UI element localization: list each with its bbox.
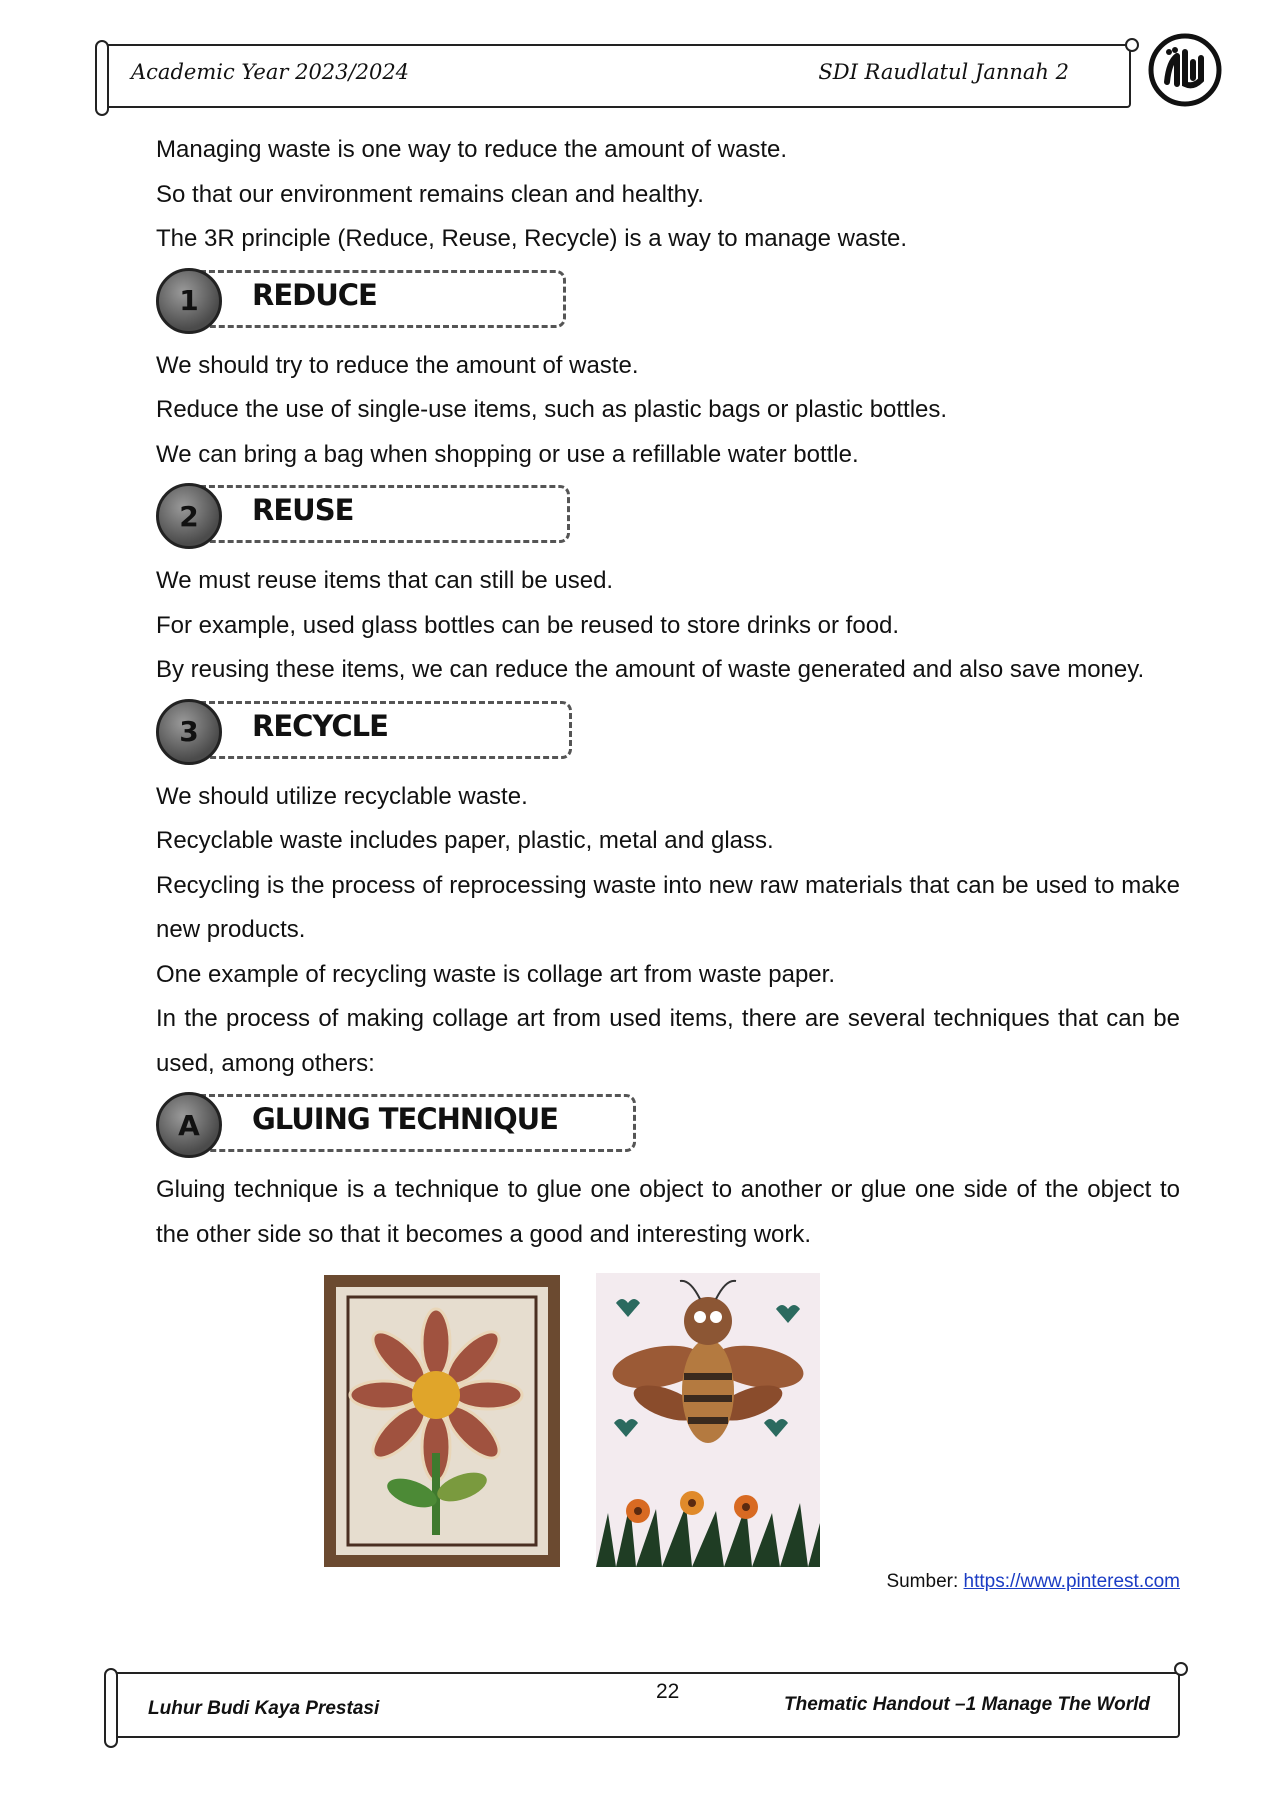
section-title: REUSE [252,493,354,527]
flower-collage-image [324,1275,560,1567]
section-line: For example, used glass bottles can be r… [156,611,900,639]
section-line: Recycling is the process of reprocessing… [156,871,1180,944]
school-logo-icon [1148,33,1222,107]
section-heading-recycle: 3 RECYCLE [156,697,1180,769]
bee-collage-image [596,1273,820,1567]
school-motto: Luhur Budi Kaya Prestasi [148,1698,380,1719]
section-line: We can bring a bag when shopping or use … [156,440,859,468]
school-name: SDI Raudlatul Jannah 2 [818,60,1069,84]
section-letter-badge: A [156,1092,222,1158]
section-line: By reusing these items, we can reduce th… [156,656,1145,683]
header-banner: Academic Year 2023/2024 SDI Raudlatul Ja… [95,38,1139,116]
section-title: REDUCE [252,277,378,312]
section-line: We must reuse items that can still be us… [156,567,614,594]
section-line: We should try to reduce the amount of wa… [156,351,639,379]
handout-title: Thematic Handout –1 Manage The World [784,1694,1150,1715]
scroll-curl-left [104,1668,118,1748]
section-line: Recyclable waste includes paper, plastic… [156,827,774,854]
section-number-badge: 1 [156,267,222,334]
intro-line: So that our environment remains clean an… [156,180,704,208]
source-link[interactable]: https://www.pinterest.com [964,1571,1180,1592]
section-heading-gluing: A GLUING TECHNIQUE [156,1090,1180,1162]
intro-line: Managing waste is one way to reduce the … [156,136,788,163]
intro-line: The 3R principle (Reduce, Reuse, Recycle… [156,225,908,252]
collage-images: Sumber: https://www.pinterest.com [156,1273,1180,1592]
section-line: Gluing technique is a technique to glue … [156,1176,1180,1248]
section-heading-reuse: 2 REUSE [156,481,1180,553]
image-source: Sumber: https://www.pinterest.com [886,1571,1180,1593]
section-number-badge: 3 [156,698,222,765]
section-line: One example of recycling waste is collag… [156,960,835,988]
section-number-badge: 2 [156,483,222,549]
page-content: Managing waste is one way to reduce the … [156,128,1180,1592]
page-number: 22 [656,1680,680,1703]
section-line: We should utilize recyclable waste. [156,782,528,810]
academic-year: Academic Year 2023/2024 [131,60,410,84]
scroll-curl-right [1174,1662,1188,1676]
scroll-curl-left [95,40,109,116]
section-heading-reduce: 1 REDUCE [156,266,1180,338]
section-line: In the process of making collage art fro… [156,1005,1180,1077]
section-line: Reduce the use of single-use items, such… [156,396,948,423]
footer-banner: Luhur Budi Kaya Prestasi Thematic Handou… [104,1662,1188,1748]
section-title: GLUING TECHNIQUE [252,1102,559,1136]
source-label: Sumber: [886,1571,964,1592]
scroll-curl-right [1125,38,1139,52]
section-title: RECYCLE [252,708,389,743]
